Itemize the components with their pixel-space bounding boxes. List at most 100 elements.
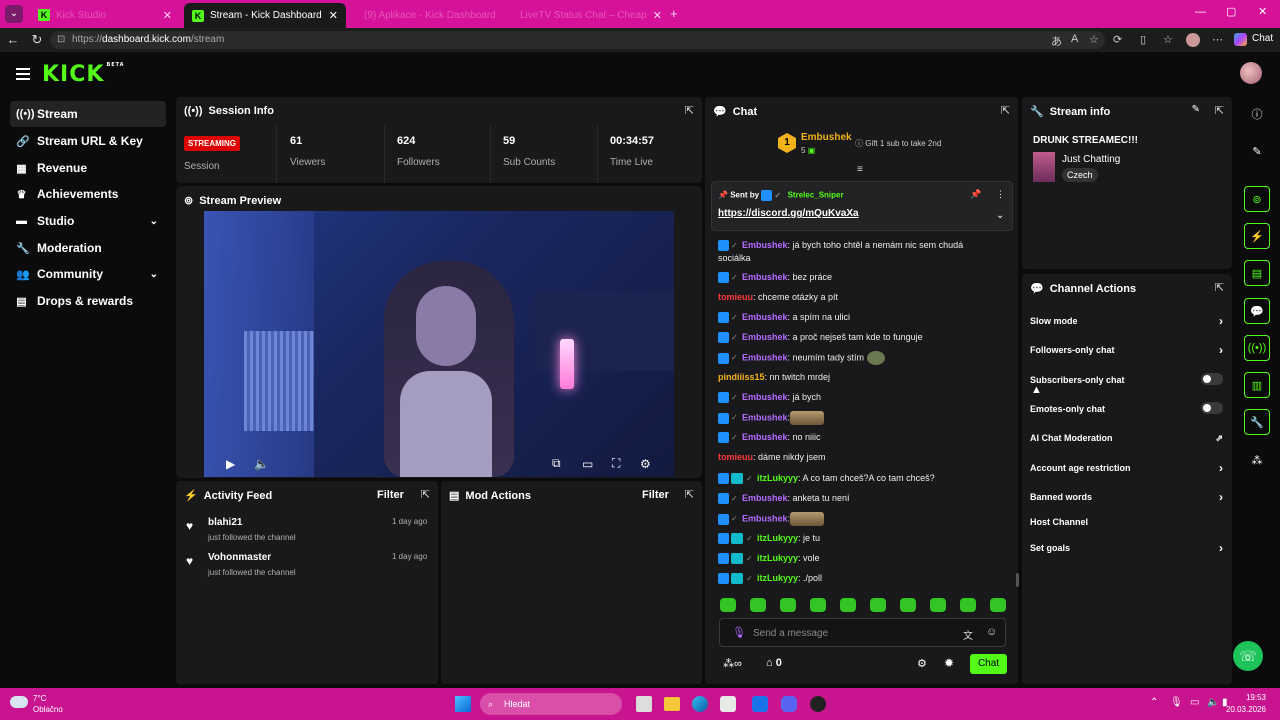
gift-promo[interactable]: ⓘ Gift 1 sub to take 2nd	[855, 138, 941, 149]
address-bar[interactable]: ⊡ https://dashboard.kick.com/stream	[50, 31, 1105, 49]
more-icon[interactable]: ⋮	[996, 189, 1005, 200]
broadcast-icon[interactable]: ((•))	[1244, 335, 1270, 361]
obs-icon[interactable]	[810, 696, 826, 712]
windows-start-icon[interactable]	[455, 696, 471, 712]
action-set-goals[interactable]: Set goals ›	[1030, 541, 1225, 555]
user-avatar[interactable]	[1240, 62, 1262, 84]
emote-button[interactable]	[990, 598, 1006, 612]
theater-icon[interactable]: ▭	[582, 457, 593, 471]
popout-icon[interactable]: ⇱	[685, 488, 694, 501]
action-followers-only[interactable]: Followers-only chat ›	[1030, 343, 1225, 357]
sidebar-item-studio[interactable]: ▬ Studio ⌄	[10, 208, 166, 234]
stream-video[interactable]: ▶ 🔈 ⧉ ▭ ⛶ ⚙	[204, 211, 674, 477]
filter-button[interactable]: Filter	[377, 489, 404, 501]
points-balance[interactable]: ⌂ 0	[766, 657, 782, 669]
maximize-icon[interactable]: ▢	[1226, 5, 1236, 18]
taskbar-search[interactable]: ⌕ Hledat	[480, 693, 622, 715]
emote-button[interactable]	[750, 598, 766, 612]
split-screen-icon[interactable]: ▯	[1140, 33, 1146, 46]
support-chat-button[interactable]: ☏	[1233, 641, 1263, 671]
microphone-icon[interactable]: 🎙	[732, 626, 746, 639]
settings-icon[interactable]: ⚙	[640, 457, 651, 471]
popout-icon[interactable]: ⇱	[685, 104, 694, 117]
task-view-icon[interactable]	[636, 696, 652, 712]
sidebar-item-achievements[interactable]: ♛ Achievements	[10, 181, 166, 207]
action-host-channel[interactable]: Host Channel	[1030, 517, 1225, 527]
popout-icon[interactable]: ⇱	[421, 488, 430, 501]
tab-livetv[interactable]: LiveTV Status Chat – Cheap ✕	[506, 4, 662, 26]
chat-scrollbar[interactable]	[1016, 573, 1019, 587]
menu-icon[interactable]	[16, 68, 30, 83]
top-gifter-name[interactable]: Embushek	[801, 132, 852, 143]
sidebar-item-stream[interactable]: ((•)) Stream	[10, 101, 166, 127]
edit-icon[interactable]: ✎	[1192, 104, 1200, 115]
more-menu-icon[interactable]: ⋯	[1212, 33, 1223, 46]
play-icon[interactable]: ▶	[226, 457, 235, 471]
send-chat-button[interactable]: Chat	[970, 654, 1007, 674]
wrench-icon[interactable]: 🔧	[1244, 409, 1270, 435]
popout-icon[interactable]: ⇱	[1215, 104, 1224, 117]
chat-settings-icon[interactable]: ⚙	[917, 657, 927, 670]
mail-icon[interactable]	[752, 696, 768, 712]
document-icon[interactable]: ▤	[1244, 260, 1270, 286]
chat-icon[interactable]: 💬	[1244, 298, 1270, 324]
clock-date[interactable]: 20.03.2026	[1222, 705, 1266, 714]
chevron-down-icon[interactable]: ⌄	[996, 210, 1004, 221]
close-tab-icon[interactable]: ✕	[163, 9, 172, 22]
microphone-icon[interactable]: 🎙	[1170, 697, 1183, 708]
pip-icon[interactable]: ⧉	[552, 456, 561, 471]
preview-toggle-icon[interactable]: ⊚	[1244, 186, 1270, 212]
action-ai-moderation[interactable]: AI Chat Moderation ⇗	[1030, 433, 1225, 443]
action-banned-words[interactable]: Banned words ›	[1030, 490, 1225, 504]
translate-icon[interactable]: 文	[963, 627, 973, 642]
sidebar-item-stream-url[interactable]: 🔗 Stream URL & Key	[10, 128, 166, 154]
emote-button[interactable]	[930, 598, 946, 612]
sidebar-item-moderation[interactable]: 🔧 Moderation	[10, 235, 166, 261]
chat-input[interactable]: 🎙 Send a message 文 ☺	[719, 618, 1006, 647]
collapse-icon[interactable]: ≡	[857, 164, 863, 175]
action-account-age[interactable]: Account age restriction ›	[1030, 461, 1225, 475]
clock-time[interactable]: 19:53	[1232, 693, 1266, 702]
emote-button[interactable]	[720, 598, 736, 612]
points-icon[interactable]: ⁂	[1244, 447, 1270, 473]
close-tab-icon[interactable]: ✕	[329, 9, 338, 22]
chevron-up-icon[interactable]: ⌃	[1150, 697, 1158, 708]
tab-stream-dashboard[interactable]: K Stream - Kick Dashboard ✕	[184, 3, 346, 28]
tab-aplikace[interactable]: (9) Aplikace - Kick Dashboard ✕	[350, 4, 502, 26]
minimize-icon[interactable]: —	[1195, 6, 1206, 18]
weather-desc[interactable]: Oblačno	[33, 705, 63, 714]
copilot-chat-label[interactable]: Chat	[1252, 33, 1273, 44]
extensions-icon[interactable]: ⟳	[1113, 33, 1122, 46]
emote-button[interactable]	[780, 598, 796, 612]
sidebar-item-community[interactable]: 👥 Community ⌄	[10, 261, 166, 287]
file-explorer-icon[interactable]	[664, 697, 680, 711]
new-tab-button[interactable]: +	[670, 6, 678, 21]
back-icon[interactable]: ←	[2, 32, 24, 47]
filter-button[interactable]: Filter	[642, 489, 669, 501]
mod-tools-icon[interactable]: ✹	[944, 656, 954, 670]
translate-icon[interactable]: あ	[1051, 33, 1062, 49]
volume-icon[interactable]: 🔈	[1207, 697, 1219, 708]
sidebar-item-drops[interactable]: ▤ Drops & rewards	[10, 288, 166, 314]
profile-avatar[interactable]	[1186, 33, 1200, 47]
fullscreen-icon[interactable]: ⛶	[612, 456, 620, 471]
layout-icon[interactable]: ▥	[1244, 372, 1270, 398]
subscribers-only-toggle[interactable]	[1201, 373, 1223, 385]
emotes-only-toggle[interactable]	[1201, 402, 1223, 414]
favorite-star-icon[interactable]: ☆	[1089, 33, 1099, 46]
action-slow-mode[interactable]: Slow mode ›	[1030, 314, 1225, 328]
tab-list-button[interactable]: ⌄	[5, 5, 23, 23]
emoji-icon[interactable]: ☺	[986, 626, 997, 638]
kick-logo[interactable]: KICK BETA	[42, 62, 125, 87]
tab-kick-studio[interactable]: K Kick Studio ✕	[30, 4, 180, 26]
store-icon[interactable]	[720, 696, 736, 712]
popout-icon[interactable]: ⇱	[1001, 104, 1010, 117]
edge-icon[interactable]	[692, 696, 708, 712]
weather-temp[interactable]: 7°C	[33, 694, 46, 703]
copilot-icon[interactable]	[1234, 33, 1247, 46]
emote-button[interactable]	[810, 598, 826, 612]
emote-button[interactable]	[840, 598, 856, 612]
popout-icon[interactable]: ⇱	[1215, 281, 1224, 294]
unpin-icon[interactable]: 📌	[970, 189, 981, 200]
network-icon[interactable]: ▭	[1190, 697, 1199, 708]
